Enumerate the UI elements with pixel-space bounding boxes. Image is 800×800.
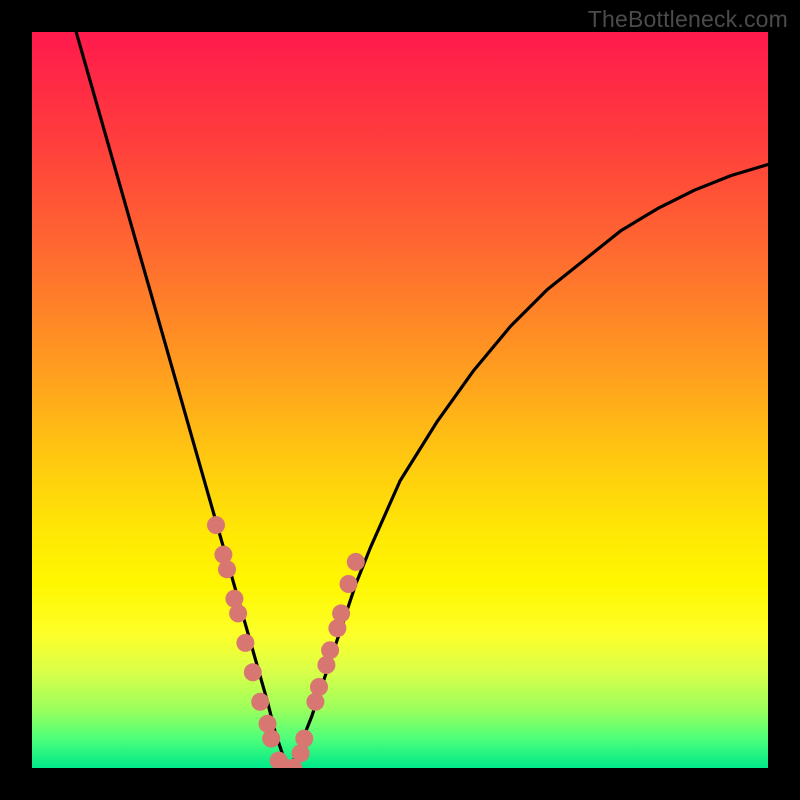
highlight-point xyxy=(207,516,225,534)
highlight-point xyxy=(262,730,280,748)
highlight-point xyxy=(244,663,262,681)
highlight-point xyxy=(295,730,313,748)
highlight-point xyxy=(251,693,269,711)
highlight-point xyxy=(347,553,365,571)
chart-frame: TheBottleneck.com xyxy=(0,0,800,800)
highlight-point xyxy=(236,634,254,652)
highlight-point xyxy=(332,604,350,622)
highlight-point xyxy=(229,604,247,622)
curve-svg xyxy=(32,32,768,768)
bottleneck-curve xyxy=(76,32,768,768)
watermark-text: TheBottleneck.com xyxy=(588,6,788,33)
highlight-point xyxy=(340,575,358,593)
highlight-point xyxy=(321,641,339,659)
plot-area xyxy=(32,32,768,768)
highlight-point xyxy=(218,560,236,578)
highlight-points xyxy=(207,516,365,768)
highlight-point xyxy=(310,678,328,696)
